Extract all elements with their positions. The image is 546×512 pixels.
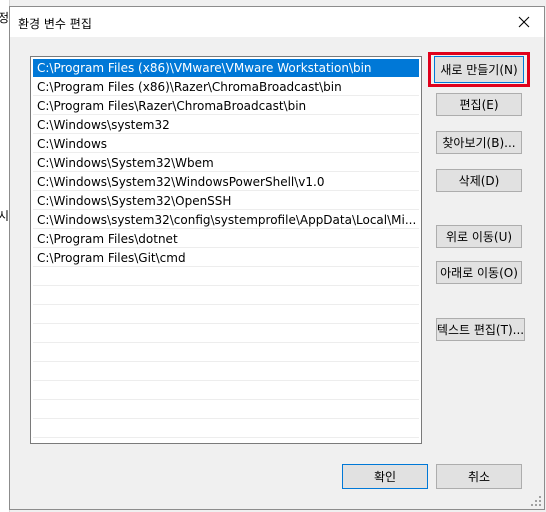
path-list-item[interactable]: C:\Windows\system32 — [33, 116, 419, 134]
close-button[interactable] — [504, 7, 544, 37]
resize-grip-icon[interactable] — [530, 495, 542, 507]
delete-button-label: 삭제(D) — [458, 174, 500, 188]
edit-button-label: 편집(E) — [459, 98, 499, 112]
ok-button[interactable]: 확인 — [342, 464, 428, 489]
path-list-item[interactable]: C:\Program Files (x86)\VMware\VMware Wor… — [33, 59, 419, 77]
background-window-text: 정 — [0, 11, 10, 25]
browse-button[interactable]: 찾아보기(B)... — [436, 131, 522, 154]
cancel-button-label: 취소 — [467, 470, 491, 484]
path-list-empty-row[interactable] — [33, 420, 419, 438]
path-list-empty-row[interactable] — [33, 268, 419, 286]
background-window-text: 시 — [0, 209, 10, 223]
path-list-empty-row[interactable] — [33, 363, 419, 381]
path-list-empty-row[interactable] — [33, 325, 419, 343]
new-button-label: 새로 만들기(N) — [440, 63, 518, 77]
cancel-button[interactable]: 취소 — [436, 464, 522, 489]
delete-button[interactable]: 삭제(D) — [436, 169, 522, 192]
close-icon — [518, 16, 530, 28]
path-list-item[interactable]: C:\Windows\System32\OpenSSH — [33, 192, 419, 210]
edit-text-button[interactable]: 텍스트 편집(T)... — [436, 318, 525, 341]
ok-button-label: 확인 — [373, 470, 397, 484]
path-list-item[interactable]: C:\Windows\System32\Wbem — [33, 154, 419, 172]
edit-button[interactable]: 편집(E) — [436, 93, 522, 116]
path-list-empty-row[interactable] — [33, 401, 419, 419]
move-up-button[interactable]: 위로 이동(U) — [436, 225, 522, 248]
move-down-button-label: 아래로 이동(O) — [440, 266, 518, 280]
path-list-item[interactable]: C:\Program Files (x86)\Razer\ChromaBroad… — [33, 78, 419, 96]
path-list-empty-row[interactable] — [33, 344, 419, 362]
path-list-empty-row[interactable] — [33, 306, 419, 324]
path-list-empty-row[interactable] — [33, 382, 419, 400]
path-list-item[interactable]: C:\Program Files\Git\cmd — [33, 249, 419, 267]
path-list-item[interactable]: C:\Windows — [33, 135, 419, 153]
dialog-title: 환경 변수 편집 — [18, 17, 92, 31]
path-list-empty-row[interactable] — [33, 287, 419, 305]
edit-text-button-label: 텍스트 편집(T)... — [436, 323, 525, 337]
move-down-button[interactable]: 아래로 이동(O) — [436, 261, 522, 284]
path-list[interactable]: C:\Program Files (x86)\VMware\VMware Wor… — [30, 56, 422, 444]
move-up-button-label: 위로 이동(U) — [445, 230, 513, 244]
path-list-item[interactable]: C:\Program Files\dotnet — [33, 230, 419, 248]
browse-button-label: 찾아보기(B)... — [442, 136, 516, 150]
path-list-item[interactable]: C:\Program Files\Razer\ChromaBroadcast\b… — [33, 97, 419, 115]
path-list-item[interactable]: C:\Windows\System32\WindowsPowerShell\v1… — [33, 173, 419, 191]
edit-environment-variable-dialog: 환경 변수 편집 C:\Program Files (x86)\VMware\V… — [9, 6, 545, 510]
path-list-item[interactable]: C:\Windows\system32\config\systemprofile… — [33, 211, 419, 229]
new-button[interactable]: 새로 만들기(N) — [434, 56, 524, 83]
title-bar: 환경 변수 편집 — [10, 7, 544, 37]
